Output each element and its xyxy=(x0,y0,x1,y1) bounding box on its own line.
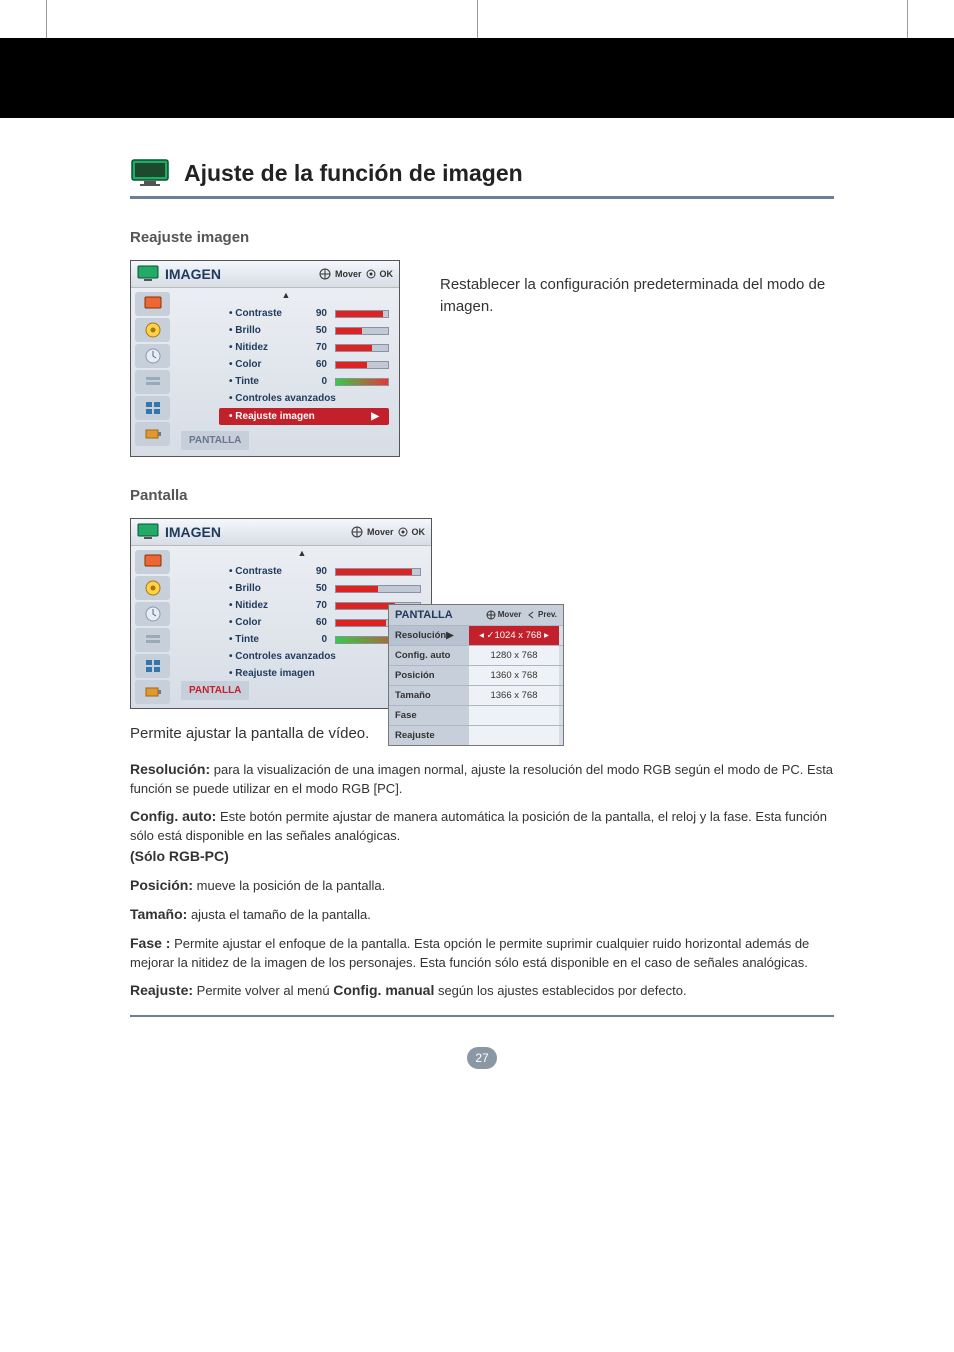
osd-item-brillo[interactable]: • Brillo50 xyxy=(229,323,389,338)
monitor-icon xyxy=(130,158,170,188)
page-title: Ajuste de la función de imagen xyxy=(184,160,523,187)
def-tamano: Tamaño: ajusta el tamaño de la pantalla. xyxy=(130,904,834,925)
sidebar-icon-option[interactable] xyxy=(135,370,170,394)
osd-hint-ok: OK xyxy=(380,269,394,279)
header-black-bar xyxy=(0,38,954,118)
scroll-up-arrow[interactable]: ▲ xyxy=(179,290,393,306)
sidebar-icon-picture[interactable] xyxy=(135,292,170,316)
page-number: 27 xyxy=(467,1047,497,1069)
ok-icon xyxy=(366,269,376,279)
osd-hint-move: Mover xyxy=(367,527,394,537)
sidebar-icon-time[interactable] xyxy=(135,602,170,626)
def-config-auto: Config. auto: Este botón permite ajustar… xyxy=(130,806,834,867)
monitor-icon xyxy=(137,523,159,541)
osd-menu-reajuste: IMAGEN Mover OK xyxy=(130,260,400,457)
reajuste-heading: Reajuste imagen xyxy=(130,229,834,246)
osd-hint-move: Mover xyxy=(335,269,362,279)
page-crop-top xyxy=(46,0,908,38)
osd-reajuste-label: • Reajuste imagen xyxy=(229,411,315,422)
sidebar-icon-tile[interactable] xyxy=(135,396,170,420)
osd-main: ▲ • Contraste90 • Brillo50 • Nitidez70 •… xyxy=(173,288,399,456)
move-icon xyxy=(486,610,496,620)
sidebar-icon-usb[interactable] xyxy=(135,422,170,446)
section-title-row: Ajuste de la función de imagen xyxy=(130,158,834,199)
hint-move-label: Mover xyxy=(498,610,522,619)
sidebar-icon-audio[interactable] xyxy=(135,576,170,600)
scroll-up-arrow[interactable]: ▲ xyxy=(179,548,425,564)
osd-hint: Mover OK xyxy=(351,526,425,538)
osd-title: IMAGEN xyxy=(165,266,319,282)
osd-sidebar xyxy=(131,546,173,708)
back-icon xyxy=(526,610,536,620)
section-divider xyxy=(130,1015,834,1017)
ok-icon xyxy=(398,527,408,537)
pantalla-heading: Pantalla xyxy=(130,487,834,504)
osd-item-reajuste-highlight[interactable]: • Reajuste imagen ▶ xyxy=(219,408,389,425)
section-reajuste: Reajuste imagen IMAGEN Mover OK xyxy=(130,229,834,457)
osd-header: IMAGEN Mover OK xyxy=(131,519,431,546)
move-icon xyxy=(319,268,331,280)
osd-item-tinte[interactable]: • Tinte0 xyxy=(229,374,389,389)
sidebar-icon-option[interactable] xyxy=(135,628,170,652)
osd-hint-ok: OK xyxy=(412,527,426,537)
pantalla-submenu-title: PANTALLA xyxy=(395,609,453,621)
def-resolucion: Resolución: para la visualización de una… xyxy=(130,759,834,799)
pantalla-submenu-hints: Mover Prev. xyxy=(486,610,557,620)
osd-item-brillo[interactable]: • Brillo50 xyxy=(229,581,421,596)
submenu-row-posicion[interactable]: Posición1360 x 768 xyxy=(389,665,563,685)
osd-item-nitidez[interactable]: • Nitidez70 xyxy=(229,340,389,355)
sidebar-icon-audio[interactable] xyxy=(135,318,170,342)
submenu-row-reajuste[interactable]: Reajuste xyxy=(389,725,563,745)
pantalla-submenu: PANTALLA Mover Prev. Resolución▶◂ ✓1024 … xyxy=(388,604,564,746)
osd-sidebar xyxy=(131,288,173,456)
move-icon xyxy=(351,526,363,538)
osd-item-color[interactable]: • Color60 xyxy=(229,357,389,372)
def-reajuste: Reajuste: Permite volver al menú Config.… xyxy=(130,980,834,1001)
osd-bottom-tab-pantalla[interactable]: PANTALLA xyxy=(181,431,249,450)
pantalla-submenu-header: PANTALLA Mover Prev. xyxy=(389,605,563,625)
submenu-row-resolucion[interactable]: Resolución▶◂ ✓1024 x 768 ▸ xyxy=(389,625,563,645)
monitor-icon xyxy=(137,265,159,283)
def-posicion: Posición: mueve la posición de la pantal… xyxy=(130,875,834,896)
hint-prev-label: Prev. xyxy=(538,610,557,619)
sidebar-icon-tile[interactable] xyxy=(135,654,170,678)
def-fase: Fase : Permite ajustar el enfoque de la … xyxy=(130,933,834,973)
submenu-row-config-auto[interactable]: Config. auto1280 x 768 xyxy=(389,645,563,665)
osd-item-controles[interactable]: • Controles avanzados xyxy=(229,391,389,406)
osd-hint: Mover OK xyxy=(319,268,393,280)
sidebar-icon-time[interactable] xyxy=(135,344,170,368)
osd-title: IMAGEN xyxy=(165,524,351,540)
submenu-row-tamano[interactable]: Tamaño1366 x 768 xyxy=(389,685,563,705)
osd-menu-pantalla: IMAGEN Mover OK xyxy=(130,518,432,709)
section-pantalla: Pantalla IMAGEN Mover OK xyxy=(130,487,834,1017)
sidebar-icon-picture[interactable] xyxy=(135,550,170,574)
osd-header: IMAGEN Mover OK xyxy=(131,261,399,288)
submenu-row-fase[interactable]: Fase xyxy=(389,705,563,725)
sidebar-icon-usb[interactable] xyxy=(135,680,170,704)
osd-item-contraste[interactable]: • Contraste90 xyxy=(229,306,389,321)
chevron-right-icon: ▶ xyxy=(371,411,379,422)
reajuste-description: Restablecer la configuración predetermin… xyxy=(440,260,834,318)
osd-item-contraste[interactable]: • Contraste90 xyxy=(229,564,421,579)
osd-bottom-tab-pantalla-selected[interactable]: PANTALLA xyxy=(181,681,249,700)
